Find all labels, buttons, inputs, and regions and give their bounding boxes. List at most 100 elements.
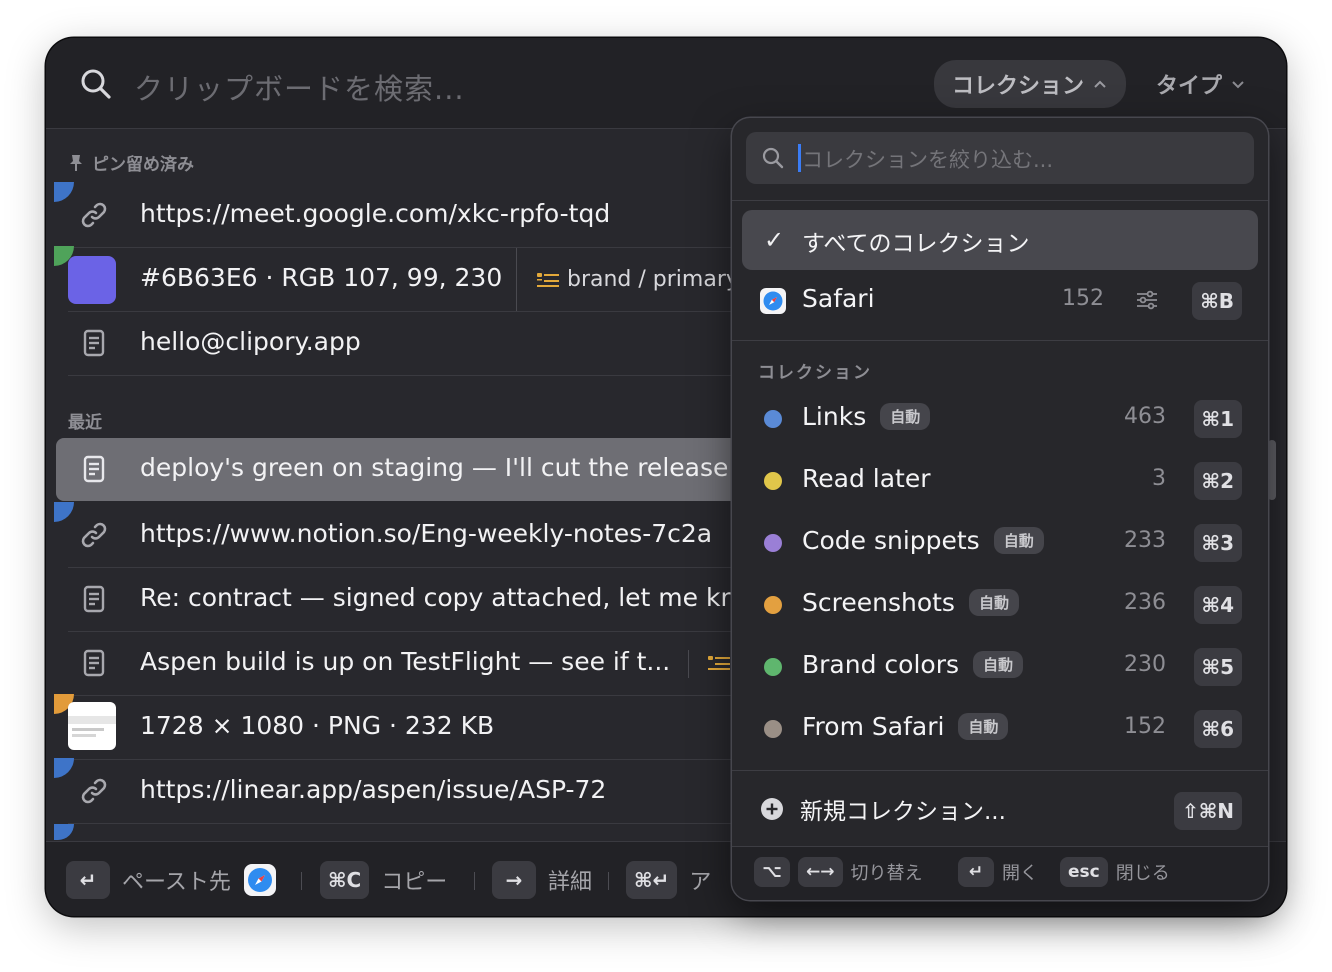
auto-badge: 自動 [973, 651, 1024, 678]
close-label: 閉じる [1115, 863, 1170, 884]
list-item[interactable]: https://www.notion.so/Eng-weekly-notes-7… [54, 502, 778, 568]
collection-shortcut-key: ⌘6 [1193, 710, 1242, 748]
list-item[interactable]: https://linear.app/aspen/issue/ASP-72 [54, 758, 778, 824]
safari-collection-count: 152 [1062, 286, 1104, 311]
return-key: ↵ [958, 857, 994, 887]
collection-name-wrap: Screenshots 自動 [802, 588, 1019, 617]
collection-option-brand-colors[interactable]: Brand colors 自動 230 ⌘5 [732, 636, 1268, 698]
search-input[interactable]: クリップボードを検索... [134, 66, 465, 108]
new-collection-shortcut-key: ⇧⌘N [1173, 792, 1242, 830]
collection-filter-input[interactable]: コレクションを絞り込む... [746, 132, 1254, 184]
copy-shortcut-key: ⌘C [320, 861, 370, 899]
list-item-text: 1728 × 1080 · PNG · 232 KB [140, 711, 495, 740]
collection-shortcut-key: ⌘3 [1193, 524, 1242, 562]
collection-name-wrap: From Safari 自動 [802, 712, 1009, 741]
copy-action[interactable]: ⌘C コピー [320, 861, 447, 899]
document-icon [83, 455, 105, 483]
list-item[interactable]: 1728 × 1080 · PNG · 232 KB [54, 694, 778, 760]
auto-badge: 自動 [880, 403, 931, 430]
pin-icon [70, 154, 82, 171]
document-icon [83, 649, 105, 677]
scrollbar[interactable] [1268, 440, 1276, 500]
collection-color-dot [764, 596, 782, 614]
list-item-text: Re: contract — signed copy attached, let… [140, 583, 752, 612]
all-collections-option[interactable]: ✓ すべてのコレクション [742, 210, 1258, 270]
pinned-section-header: ピン留め済み [68, 150, 194, 175]
type-filter-label: タイプ [1156, 74, 1223, 99]
arrow-right-key: → [492, 861, 536, 899]
collection-name-wrap: Links 自動 [802, 402, 931, 431]
divider [608, 872, 609, 890]
collection-tag-label: brand / primary [567, 267, 739, 292]
auto-badge: 自動 [958, 713, 1009, 740]
collection-name-wrap: Brand colors 自動 [802, 650, 1024, 679]
link-icon [81, 778, 107, 804]
switch-label: 切り替え [850, 863, 923, 884]
collection-name: Code snippets [802, 526, 980, 555]
action-shortcut-key: ⌘↵ [626, 861, 678, 899]
list-item[interactable]: hello@clipory.app [68, 312, 778, 376]
list-item[interactable]: Re: contract — signed copy attached, let… [68, 568, 778, 632]
divider [732, 200, 1268, 201]
return-key: ↵ [66, 861, 110, 899]
new-collection-label: 新規コレクション... [800, 799, 1006, 825]
collection-count: 236 [1124, 590, 1166, 615]
collections-section-title: コレクション [758, 363, 872, 383]
list-item-selected[interactable]: deploy's green on staging — I'll cut the… [56, 438, 778, 501]
link-icon [81, 202, 107, 228]
divider [301, 872, 302, 890]
collection-corner-marker [54, 758, 74, 778]
recent-section-header: 最近 [68, 408, 102, 433]
collection-name: Screenshots [802, 588, 955, 617]
collection-name: From Safari [802, 712, 945, 741]
collection-color-dot [764, 720, 782, 738]
collection-option-from-safari[interactable]: From Safari 自動 152 ⌘6 [732, 698, 1268, 760]
collection-option-read-later[interactable]: Read later 3 ⌘2 [732, 450, 1268, 512]
text-caret [798, 144, 801, 172]
open-label: 開く [1002, 863, 1038, 884]
type-filter-button[interactable]: タイプ [1156, 60, 1246, 108]
collection-filter-button[interactable]: コレクション [934, 60, 1126, 108]
collection-option-links[interactable]: Links 自動 463 ⌘1 [732, 388, 1268, 450]
all-collections-label: すべてのコレクション [802, 231, 1030, 257]
document-icon [83, 329, 105, 357]
document-icon [83, 585, 105, 613]
paste-action[interactable]: ↵ ペースト先 [66, 861, 277, 899]
chevron-up-icon [1094, 80, 1106, 88]
collection-count: 152 [1124, 714, 1166, 739]
list-item[interactable]: #6B63E6 · RGB 107, 99, 230 brand / prima… [54, 246, 778, 312]
list-item-text: #6B63E6 · RGB 107, 99, 230 [140, 263, 503, 292]
collection-color-dot [764, 534, 782, 552]
safari-icon [243, 864, 276, 896]
action-label: ア [689, 870, 712, 895]
collection-dropdown: コレクションを絞り込む... ✓ すべてのコレクション Safari 152 ⌘… [732, 118, 1268, 900]
pinned-section-title: ピン留め済み [92, 155, 194, 175]
collection-count: 3 [1152, 466, 1166, 491]
safari-collection-name: Safari [802, 284, 875, 313]
list-item[interactable]: Aspen build is up on TestFlight — see if… [68, 632, 778, 696]
safari-collection-option[interactable]: Safari 152 ⌘B [732, 270, 1268, 332]
list-item[interactable]: https://meet.google.com/xkc-rpfo-tqd [54, 182, 778, 248]
open-hint: ↵ 開く [958, 857, 1038, 887]
collection-color-dot [764, 472, 782, 490]
color-swatch [68, 256, 116, 304]
auto-badge: 自動 [993, 527, 1044, 554]
new-collection-button[interactable]: 新規コレクション... ⇧⌘N [732, 778, 1268, 840]
divider [732, 340, 1268, 341]
collection-corner-marker [54, 182, 74, 202]
collection-name-wrap: Code snippets 自動 [802, 526, 1044, 555]
collection-option-code-snippets[interactable]: Code snippets 自動 233 ⌘3 [732, 512, 1268, 574]
safari-icon [760, 288, 786, 314]
list-item-text: hello@clipory.app [140, 327, 361, 356]
list-item-text: deploy's green on staging — I'll cut the… [140, 453, 752, 482]
quote-list-icon [537, 272, 559, 287]
more-action[interactable]: ⌘↵ ア [626, 861, 711, 899]
detail-action[interactable]: → 詳細 [492, 861, 592, 899]
collection-shortcut-key: ⌘5 [1193, 648, 1242, 686]
sliders-icon[interactable] [1136, 290, 1158, 310]
collection-option-screenshots[interactable]: Screenshots 自動 236 ⌘4 [732, 574, 1268, 636]
option-key: ⌥ [754, 857, 790, 887]
collection-count: 233 [1124, 528, 1166, 553]
list-item-text: https://linear.app/aspen/issue/ASP-72 [140, 775, 607, 804]
close-hint: esc 閉じる [1060, 857, 1170, 887]
